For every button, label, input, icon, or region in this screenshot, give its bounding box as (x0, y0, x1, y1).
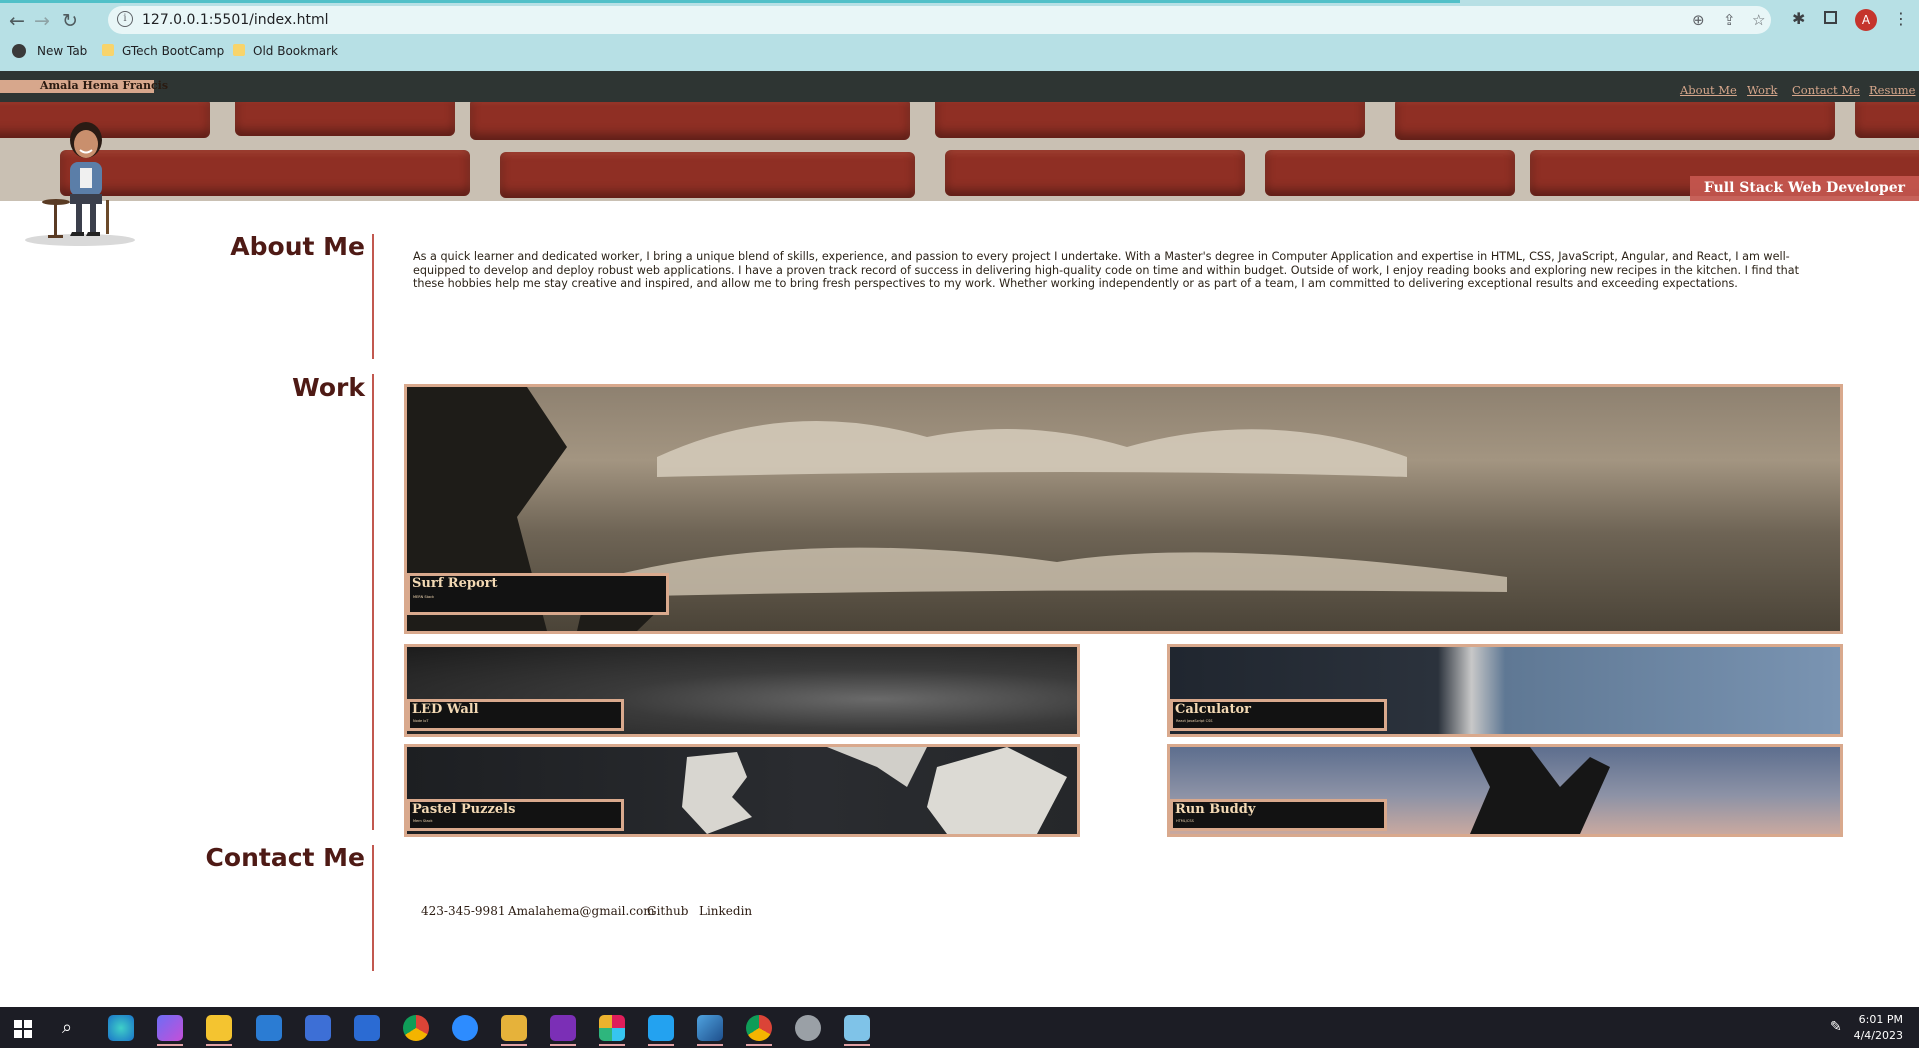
bookmark-gtech-bootcamp[interactable]: GTech BootCamp (122, 44, 224, 58)
globe-icon (12, 44, 26, 58)
windows-taskbar: ⌕ ✎ 6:01 PM 4/4/2023 (0, 1007, 1919, 1048)
nav-work[interactable]: Work (1747, 83, 1777, 97)
work-divider (372, 374, 374, 830)
project-title: Calculator (1175, 702, 1251, 717)
profile-avatar[interactable]: A (1855, 9, 1877, 31)
back-icon[interactable]: ← (5, 9, 29, 33)
slack-icon[interactable] (599, 1015, 625, 1041)
search-icon[interactable]: ⌕ (62, 1017, 72, 1038)
project-subtitle: MERN Stack (413, 595, 435, 599)
address-url[interactable]: 127.0.0.1:5501/index.html (142, 12, 329, 28)
contact-heading: Contact Me (205, 843, 365, 872)
project-label: Calculator React JavaScript CSS (1170, 699, 1387, 731)
project-title: Run Buddy (1175, 802, 1256, 817)
git-icon[interactable] (501, 1015, 527, 1041)
onenote-icon[interactable] (550, 1015, 576, 1041)
project-card-pastel-puzzels[interactable]: Pastel Puzzels Mern Stack (404, 744, 1080, 837)
extensions-icon[interactable]: ✱ (1792, 9, 1805, 28)
pen-icon[interactable]: ✎ (1830, 1019, 1842, 1035)
address-bar[interactable]: i 127.0.0.1:5501/index.html ⊕ ⇪ ☆ (108, 6, 1771, 34)
project-card-led-wall[interactable]: LED Wall Node IoT (404, 644, 1080, 737)
bookmark-star-icon[interactable]: ☆ (1752, 11, 1765, 29)
project-subtitle: HTML/CSS (1176, 819, 1194, 823)
chrome-icon[interactable] (403, 1015, 429, 1041)
project-label: Surf Report MERN Stack (407, 573, 669, 615)
mail-icon[interactable] (256, 1015, 282, 1041)
chrome-profile-icon[interactable] (746, 1015, 772, 1041)
forward-icon[interactable]: → (30, 9, 54, 33)
notepad-icon[interactable] (844, 1015, 870, 1041)
edge-icon[interactable] (108, 1015, 134, 1041)
project-card-surf-report[interactable]: Surf Report MERN Stack (404, 384, 1843, 634)
photos-icon[interactable] (697, 1015, 723, 1041)
project-title: LED Wall (412, 702, 479, 717)
project-subtitle: Node IoT (413, 719, 429, 723)
browser-chrome: ← → ↻ i 127.0.0.1:5501/index.html ⊕ ⇪ ☆ … (0, 0, 1919, 71)
project-label: LED Wall Node IoT (407, 699, 624, 731)
nav-about-me[interactable]: About Me (1680, 83, 1737, 97)
project-card-run-buddy[interactable]: Run Buddy HTML/CSS (1167, 744, 1843, 837)
reload-icon[interactable]: ↻ (58, 9, 82, 33)
project-label: Run Buddy HTML/CSS (1170, 799, 1387, 831)
contact-linkedin[interactable]: Linkedin (699, 904, 752, 918)
settings-icon[interactable] (795, 1015, 821, 1041)
nav-contact-me[interactable]: Contact Me (1792, 83, 1860, 97)
hero-banner: Full Stack Web Developer (0, 102, 1919, 201)
calendar-icon[interactable] (354, 1015, 380, 1041)
project-card-calculator[interactable]: Calculator React JavaScript CSS (1167, 644, 1843, 737)
project-label: Pastel Puzzels Mern Stack (407, 799, 624, 831)
clock-date: 4/4/2023 (1853, 1029, 1903, 1042)
store-icon[interactable] (305, 1015, 331, 1041)
contact-email[interactable]: Amalahema@gmail.com (508, 904, 655, 918)
project-title: Pastel Puzzels (412, 802, 516, 817)
windows-start-icon[interactable] (14, 1020, 32, 1038)
project-title: Surf Report (412, 576, 498, 591)
system-clock[interactable]: 6:01 PM 4/4/2023 (1854, 1012, 1903, 1044)
share-icon[interactable]: ⇪ (1723, 11, 1736, 29)
bookmark-new-tab[interactable]: New Tab (37, 44, 87, 58)
side-panel-icon[interactable] (1824, 11, 1837, 24)
zoom-icon[interactable] (452, 1015, 478, 1041)
about-heading: About Me (230, 232, 365, 261)
vscode-icon[interactable] (648, 1015, 674, 1041)
contact-phone[interactable]: 423-345-9981 (421, 904, 505, 918)
menu-kebab-icon[interactable]: ⋮ (1893, 9, 1909, 28)
folder-icon (102, 44, 114, 56)
tagline-badge: Full Stack Web Developer (1689, 176, 1919, 201)
page-load-bar (0, 0, 1460, 3)
folder-icon (233, 44, 245, 56)
contact-github[interactable]: Github (647, 904, 688, 918)
work-heading: Work (292, 373, 365, 402)
clock-time: 6:01 PM (1858, 1013, 1903, 1026)
copilot-icon[interactable] (157, 1015, 183, 1041)
file-explorer-icon[interactable] (206, 1015, 232, 1041)
nav-resume[interactable]: Resume (1869, 83, 1915, 97)
about-divider (372, 234, 374, 359)
contact-divider (372, 845, 374, 971)
project-subtitle: React JavaScript CSS (1176, 719, 1213, 723)
site-info-icon[interactable]: i (117, 11, 133, 27)
bookmark-old-bookmark[interactable]: Old Bookmark (253, 44, 338, 58)
about-text: As a quick learner and dedicated worker,… (413, 250, 1799, 290)
zoom-icon[interactable]: ⊕ (1692, 11, 1705, 29)
site-name: Amala Hema Francis (40, 79, 169, 92)
project-subtitle: Mern Stack (413, 819, 433, 823)
site-header: Amala Hema Francis About Me Work Contact… (0, 71, 1919, 102)
